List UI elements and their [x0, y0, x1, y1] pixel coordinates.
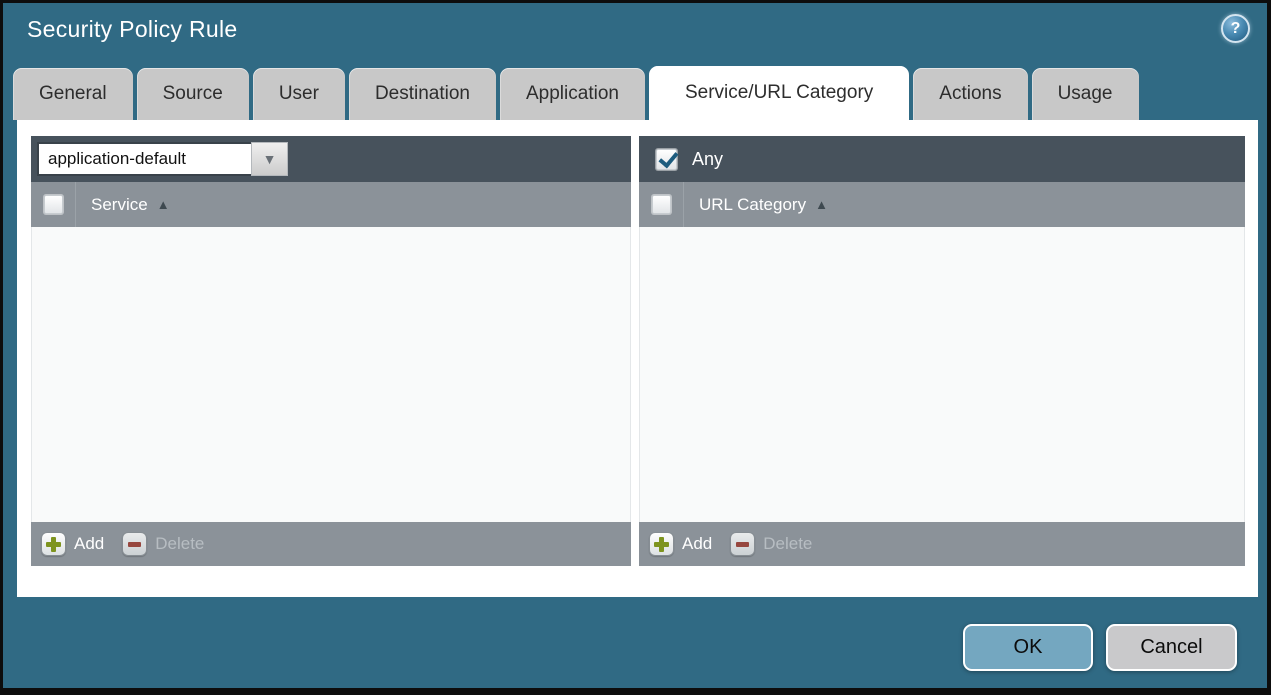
url-category-list-body: [639, 227, 1245, 522]
ok-button[interactable]: OK: [963, 624, 1093, 671]
dialog-action-buttons: OK Cancel: [963, 624, 1237, 671]
plus-icon: [649, 532, 674, 556]
delete-label: Delete: [763, 534, 813, 553]
cancel-button[interactable]: Cancel: [1106, 624, 1237, 671]
add-label: Add: [74, 534, 105, 553]
any-row: Any: [645, 148, 724, 170]
tab-usage[interactable]: Usage: [1031, 68, 1139, 120]
service-column-label: Service: [91, 194, 148, 214]
chevron-down-icon[interactable]: ▼: [251, 142, 288, 176]
url-category-delete-button[interactable]: Delete: [730, 532, 812, 556]
dialog-title: Security Policy Rule: [27, 16, 238, 42]
url-category-footer: Add Delete: [639, 522, 1245, 566]
tab-source[interactable]: Source: [136, 68, 249, 120]
tab-service-url-category[interactable]: Service/URL Category: [648, 66, 910, 122]
delete-label: Delete: [155, 534, 205, 553]
service-type-input[interactable]: [37, 142, 251, 176]
service-table-header: Service ▲: [31, 182, 631, 227]
url-category-column-label: URL Category: [699, 194, 807, 214]
service-footer: Add Delete: [31, 522, 631, 566]
service-header-checkbox-cell: [31, 182, 76, 227]
tab-destination[interactable]: Destination: [348, 68, 496, 120]
service-add-button[interactable]: Add: [41, 532, 104, 556]
sort-ascending-icon: ▲: [815, 197, 828, 212]
sort-ascending-icon: ▲: [156, 197, 170, 212]
plus-icon: [41, 532, 66, 556]
service-list-body: [31, 227, 631, 522]
service-delete-button[interactable]: Delete: [122, 532, 204, 556]
add-label: Add: [682, 534, 713, 553]
service-panel: ▼ Service ▲ Add Dele: [31, 136, 631, 566]
tab-user[interactable]: User: [252, 68, 345, 120]
tab-actions[interactable]: Actions: [913, 68, 1028, 120]
tab-general[interactable]: General: [13, 68, 133, 120]
service-select-all-checkbox[interactable]: [43, 195, 63, 214]
url-category-panel: Any URL Category ▲ Add Delete: [639, 136, 1245, 566]
any-checkbox[interactable]: [656, 148, 677, 170]
any-label: Any: [692, 148, 724, 169]
security-policy-rule-dialog: Security Policy Rule ? General Source Us…: [0, 0, 1271, 695]
tab-bar: General Source User Destination Applicat…: [13, 66, 1139, 122]
url-category-header-checkbox-cell: [639, 182, 684, 227]
minus-icon: [122, 532, 148, 556]
minus-icon: [730, 532, 756, 556]
url-category-add-button[interactable]: Add: [649, 532, 712, 556]
url-category-select-all-checkbox[interactable]: [651, 195, 671, 214]
url-category-column-header[interactable]: URL Category ▲: [699, 195, 828, 215]
url-category-table-header: URL Category ▲: [639, 182, 1245, 227]
service-toolbar: ▼: [31, 136, 631, 182]
url-category-toolbar: Any: [639, 136, 1245, 182]
tab-application[interactable]: Application: [500, 68, 645, 120]
help-icon[interactable]: ?: [1221, 14, 1250, 43]
tab-content-area: ▼ Service ▲ Add Dele: [17, 120, 1258, 597]
service-type-combobox: ▼: [37, 142, 288, 176]
service-column-header[interactable]: Service ▲: [91, 195, 170, 215]
